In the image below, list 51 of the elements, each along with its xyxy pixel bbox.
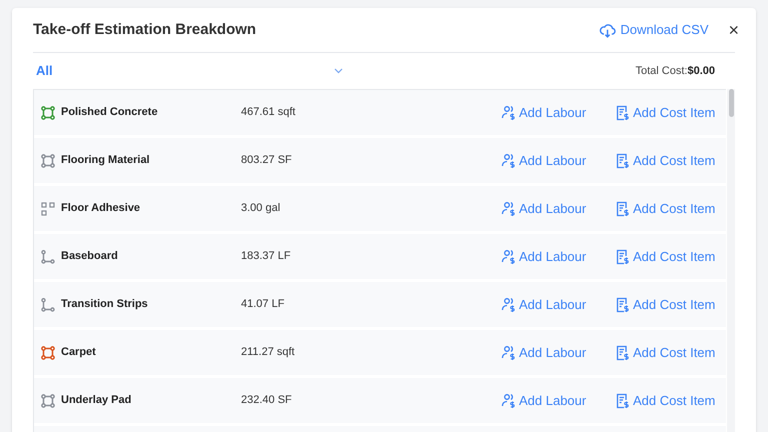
item-name: Underlay Pad [61, 393, 132, 408]
item-quantity: 467.61 sqft [241, 105, 296, 120]
item-name: Floor Adhesive [61, 201, 142, 216]
item-name: Baseboard [61, 249, 119, 264]
item-name: Transition Strips [61, 297, 149, 312]
add-labour-button[interactable]: Add Labour [501, 390, 615, 410]
person-dollar-icon [501, 152, 517, 168]
item-name: Carpet [61, 345, 97, 360]
add-labour-button[interactable]: Add Labour [501, 294, 615, 314]
cloud-download-icon [599, 22, 616, 38]
person-dollar-icon [501, 344, 517, 360]
add-labour-button[interactable]: Add Labour [501, 102, 615, 122]
receipt-dollar-icon [615, 392, 631, 408]
receipt-dollar-icon [615, 104, 631, 120]
add-cost-item-button[interactable]: Add Cost Item [615, 198, 716, 218]
item-quantity: 803.27 SF [241, 153, 293, 168]
add-cost-item-button[interactable]: Add Cost Item [615, 390, 716, 410]
total-cost-label: Total Cost: [636, 64, 688, 79]
item-quantity: 41.07 LF [241, 297, 286, 312]
add-cost-item-button[interactable]: Add Cost Item [615, 246, 716, 266]
item-name: Polished Concrete [61, 105, 159, 120]
add-cost-item-button[interactable]: Add Cost Item [615, 342, 716, 362]
person-dollar-icon [501, 392, 517, 408]
add-labour-button[interactable]: Add Labour [501, 198, 615, 218]
receipt-dollar-icon [615, 152, 631, 168]
receipt-dollar-icon [615, 344, 631, 360]
dialog-title: Take-off Estimation Breakdown [33, 20, 258, 40]
filter-dropdown[interactable]: All [33, 61, 343, 81]
add-cost-item-button[interactable]: Add Cost Item [615, 102, 716, 122]
scrollbar-thumb[interactable] [728, 89, 734, 117]
item-quantity: 3.00 gal [241, 201, 282, 216]
person-dollar-icon [501, 200, 517, 216]
receipt-dollar-icon [615, 200, 631, 216]
download-csv-button[interactable]: Download CSV [599, 20, 708, 40]
item-quantity: 183.37 LF [241, 249, 292, 264]
item-quantity: 232.40 SF [241, 393, 293, 408]
close-button[interactable]: × [728, 21, 739, 39]
add-labour-button[interactable]: Add Labour [501, 342, 615, 362]
add-labour-button[interactable]: Add Labour [501, 246, 615, 266]
item-name: Flooring Material [61, 153, 151, 168]
person-dollar-icon [501, 248, 517, 264]
add-labour-button[interactable]: Add Labour [501, 150, 615, 170]
chevron-down-icon [334, 68, 343, 74]
item-quantity: 211.27 sqft [241, 345, 296, 360]
add-cost-item-button[interactable]: Add Cost Item [615, 150, 716, 170]
add-cost-item-button[interactable]: Add Cost Item [615, 294, 716, 314]
person-dollar-icon [501, 296, 517, 312]
receipt-dollar-icon [615, 296, 631, 312]
total-cost-value: $0.00 [687, 64, 715, 79]
person-dollar-icon [501, 104, 517, 120]
receipt-dollar-icon [615, 248, 631, 264]
